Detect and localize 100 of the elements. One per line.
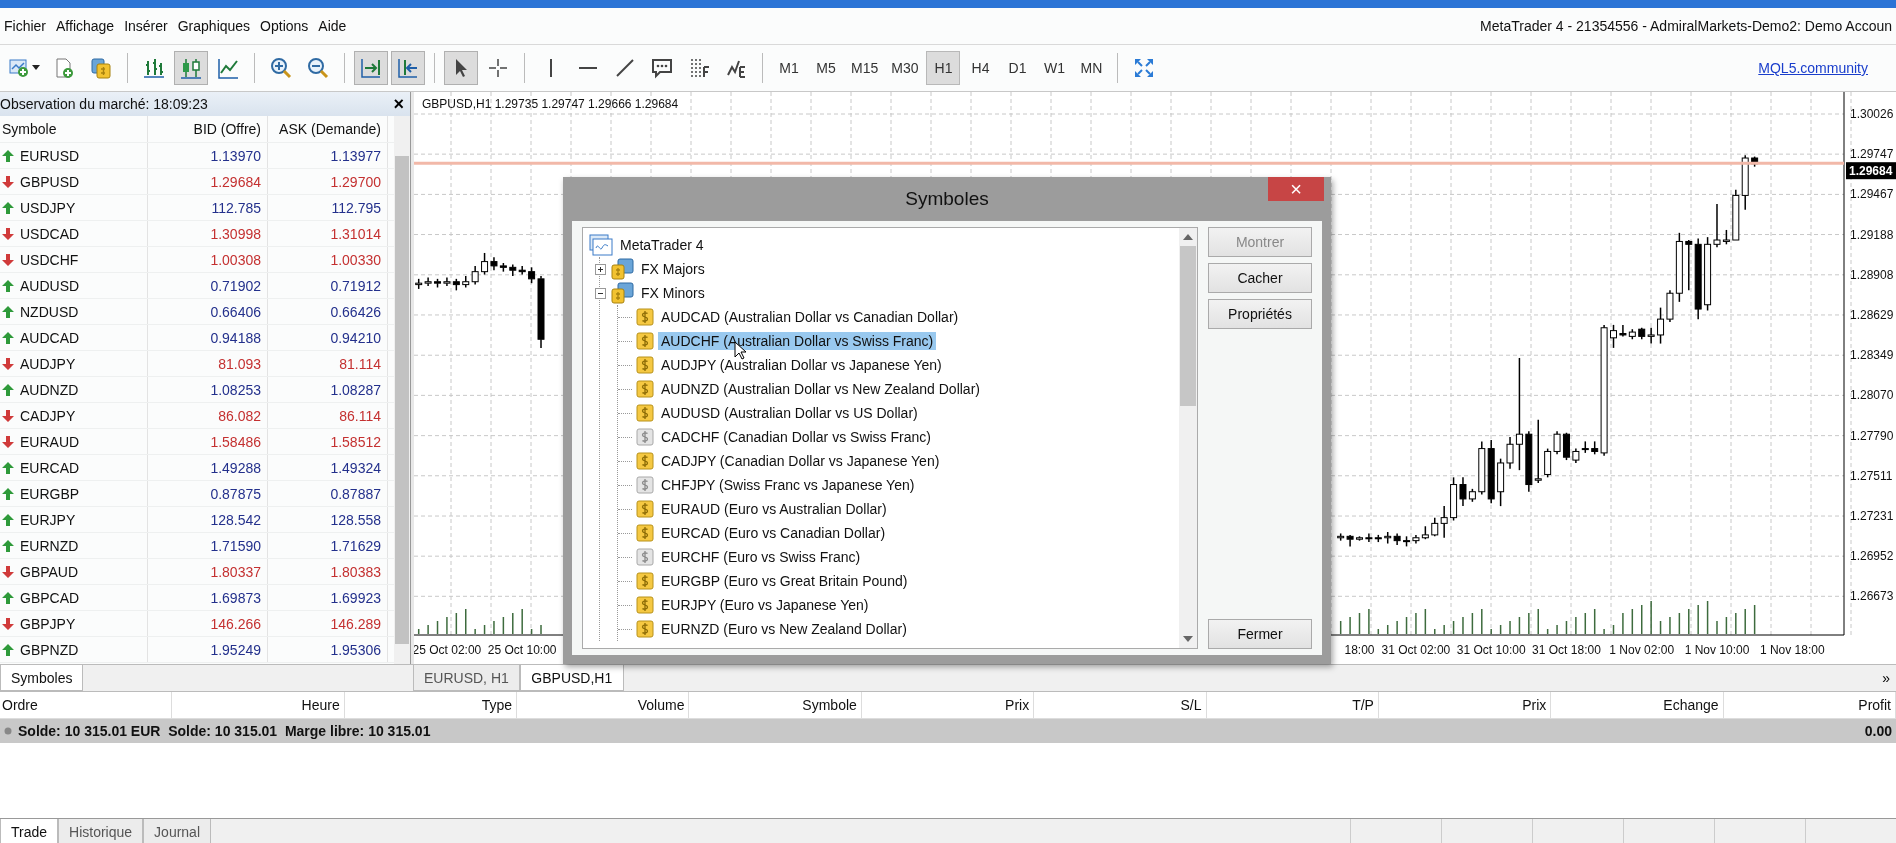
candlestick-button[interactable] — [174, 51, 208, 85]
column-header[interactable]: Ordre — [0, 692, 173, 718]
tree-item[interactable]: CADCHF (Canadian Dollar vs Swiss Franc) — [658, 428, 934, 446]
menu-item[interactable]: Graphiques — [175, 18, 259, 34]
dialog-button[interactable]: Propriétés — [1208, 299, 1312, 329]
close-button[interactable]: × — [1268, 177, 1324, 201]
chart-tab[interactable]: EURUSD, H1 — [413, 665, 520, 691]
timeframe-button[interactable]: H4 — [963, 51, 998, 85]
tree-item[interactable]: EURJPY (Euro vs Japanese Yen) — [658, 596, 872, 614]
column-header[interactable]: ASK (Demande) — [268, 116, 388, 142]
tree-item[interactable]: FX Minors — [638, 284, 708, 302]
column-header[interactable]: Volume — [517, 692, 690, 718]
menu-item[interactable]: Aide — [316, 18, 355, 34]
cursor-button[interactable] — [444, 51, 478, 85]
ask-cell: 0.87887 — [268, 481, 388, 506]
community-link[interactable]: MQL5.community — [1758, 60, 1868, 76]
terminal-tab[interactable]: Journal — [143, 819, 211, 843]
bid-cell: 1.13970 — [148, 143, 268, 168]
timeframe-button[interactable]: W1 — [1037, 51, 1072, 85]
column-header[interactable]: Profit — [1723, 692, 1896, 718]
bid-cell: 1.00308 — [148, 247, 268, 272]
price-axis-label: 1.29747 — [1850, 147, 1894, 162]
column-header[interactable]: Heure — [172, 692, 345, 718]
timeframe-button[interactable]: M5 — [809, 51, 843, 85]
column-header[interactable]: BID (Offre) — [148, 116, 268, 142]
menu-item[interactable]: Options — [258, 18, 317, 34]
tree-item[interactable]: CADJPY (Canadian Dollar vs Japanese Yen) — [658, 452, 943, 470]
folder-coins-icon — [609, 282, 635, 304]
symbol-cell: EURGBP — [0, 481, 148, 506]
tree-item[interactable]: EURGBP (Euro vs Great Britain Pound) — [658, 572, 911, 590]
dialog-button[interactable]: Cacher — [1208, 263, 1312, 293]
scrollbar[interactable] — [394, 116, 410, 664]
tree-item[interactable]: EURNZD (Euro vs New Zealand Dollar) — [658, 620, 910, 638]
tree-item[interactable]: AUDJPY (Australian Dollar vs Japanese Yen) — [658, 356, 945, 374]
timeframe-button[interactable]: M30 — [886, 51, 924, 85]
price-axis-label: 1.26673 — [1850, 589, 1894, 604]
menu-item[interactable]: Fichier — [2, 18, 54, 34]
column-header[interactable]: Echange — [1551, 692, 1724, 718]
tree-item[interactable]: FX Majors — [638, 260, 708, 278]
timeframe-button[interactable]: M1 — [772, 51, 806, 85]
column-header[interactable]: Type — [344, 692, 518, 718]
terminal-tab[interactable]: Trade — [0, 819, 59, 843]
column-header[interactable]: Symbole — [689, 692, 862, 718]
timeframe-button[interactable]: MN — [1074, 51, 1109, 85]
profit-cell-text: 0.00 — [1864, 723, 1893, 739]
scroll-up-icon[interactable] — [1183, 234, 1193, 240]
column-header[interactable]: Prix — [1378, 692, 1552, 718]
more-tabs-button[interactable]: » — [1876, 665, 1896, 691]
chart-header: GBPUSD,H1 1.29735 1.29747 1.29666 1.29684 — [422, 97, 679, 111]
tree-item[interactable]: AUDNZD (Australian Dollar vs New Zealand Dollar) — [658, 380, 983, 398]
symbol-cell: GBPNZD — [0, 637, 148, 662]
tree-item[interactable]: EURCAD (Euro vs Canadian Dollar) — [658, 524, 889, 542]
tree-item[interactable]: AUDCHF (Australian Dollar vs Swiss Franc) — [658, 332, 937, 350]
candle — [1610, 324, 1617, 349]
column-header[interactable]: S/L — [1034, 692, 1207, 718]
autoscroll-icon — [360, 57, 382, 79]
menu-item[interactable]: Affichage — [54, 18, 123, 34]
column-header[interactable]: Prix — [861, 692, 1035, 718]
panel-tab[interactable]: Symboles — [0, 665, 84, 691]
symbol-cell: GBPCAD — [0, 585, 148, 610]
chart-shift-button[interactable] — [391, 51, 425, 85]
tree-item[interactable]: CHFJPY (Swiss Franc vs Japanese Yen) — [658, 476, 918, 494]
bid-cell: 146.266 — [148, 611, 268, 636]
close-button[interactable]: × — [387, 95, 410, 113]
symbol-cell: CADJPY — [0, 403, 148, 428]
ask-cell: 1.49324 — [268, 455, 388, 480]
ask-cell: 1.13977 — [268, 143, 388, 168]
menu-item[interactable]: Insérer — [122, 18, 176, 34]
expand-icon[interactable] — [595, 263, 606, 275]
ask-cell: 0.94210 — [268, 325, 388, 350]
price-axis-label: 1.27231 — [1850, 509, 1894, 524]
scroll-down-icon[interactable] — [1183, 636, 1193, 642]
dialog-title: Symboles — [905, 188, 989, 210]
chart-tab[interactable]: GBPUSD,H1 — [519, 665, 624, 691]
tree-item[interactable]: EURAUD (Euro vs Australian Dollar) — [658, 500, 890, 518]
chart-shift-icon — [397, 57, 419, 79]
timeframe-button[interactable]: D1 — [1000, 51, 1035, 85]
timeframe-button[interactable]: M15 — [846, 51, 884, 85]
scrollbar[interactable] — [1179, 228, 1197, 648]
terminal-tab[interactable]: Historique — [58, 819, 144, 843]
tree-item[interactable]: AUDUSD (Australian Dollar vs US Dollar) — [658, 404, 921, 422]
bid-cell: 1.29684 — [148, 169, 268, 194]
caret-icon — [32, 65, 40, 71]
trend-line-icon — [614, 57, 636, 79]
tree-item[interactable]: EURCHF (Euro vs Swiss Franc) — [658, 548, 864, 566]
collapse-icon[interactable] — [595, 287, 606, 299]
current-price-tag: 1.29684 — [1846, 162, 1896, 180]
time-axis-label: 25 Oct 02:00 — [414, 643, 482, 657]
column-header[interactable]: T/P — [1206, 692, 1379, 718]
ask-cell: 1.00330 — [268, 247, 388, 272]
ask-cell: 1.31014 — [268, 221, 388, 246]
timeframe-button[interactable]: H1 — [926, 51, 961, 85]
tree-item[interactable]: AUDCAD (Australian Dollar vs Canadian Dollar) — [658, 308, 962, 326]
column-header[interactable]: Symbole — [0, 116, 148, 142]
symbol-cell: EURJPY — [0, 507, 148, 532]
zoom-in-icon — [270, 57, 292, 79]
tree-item[interactable]: MetaTrader 4 — [617, 236, 707, 254]
close-dialog-button[interactable]: Fermer — [1208, 619, 1312, 649]
balance-text: Solde: 10 315.01 EUR Solde: 10 315.01 Marge libre: 10 315.01 — [18, 723, 431, 739]
autoscroll-button[interactable] — [354, 51, 388, 85]
